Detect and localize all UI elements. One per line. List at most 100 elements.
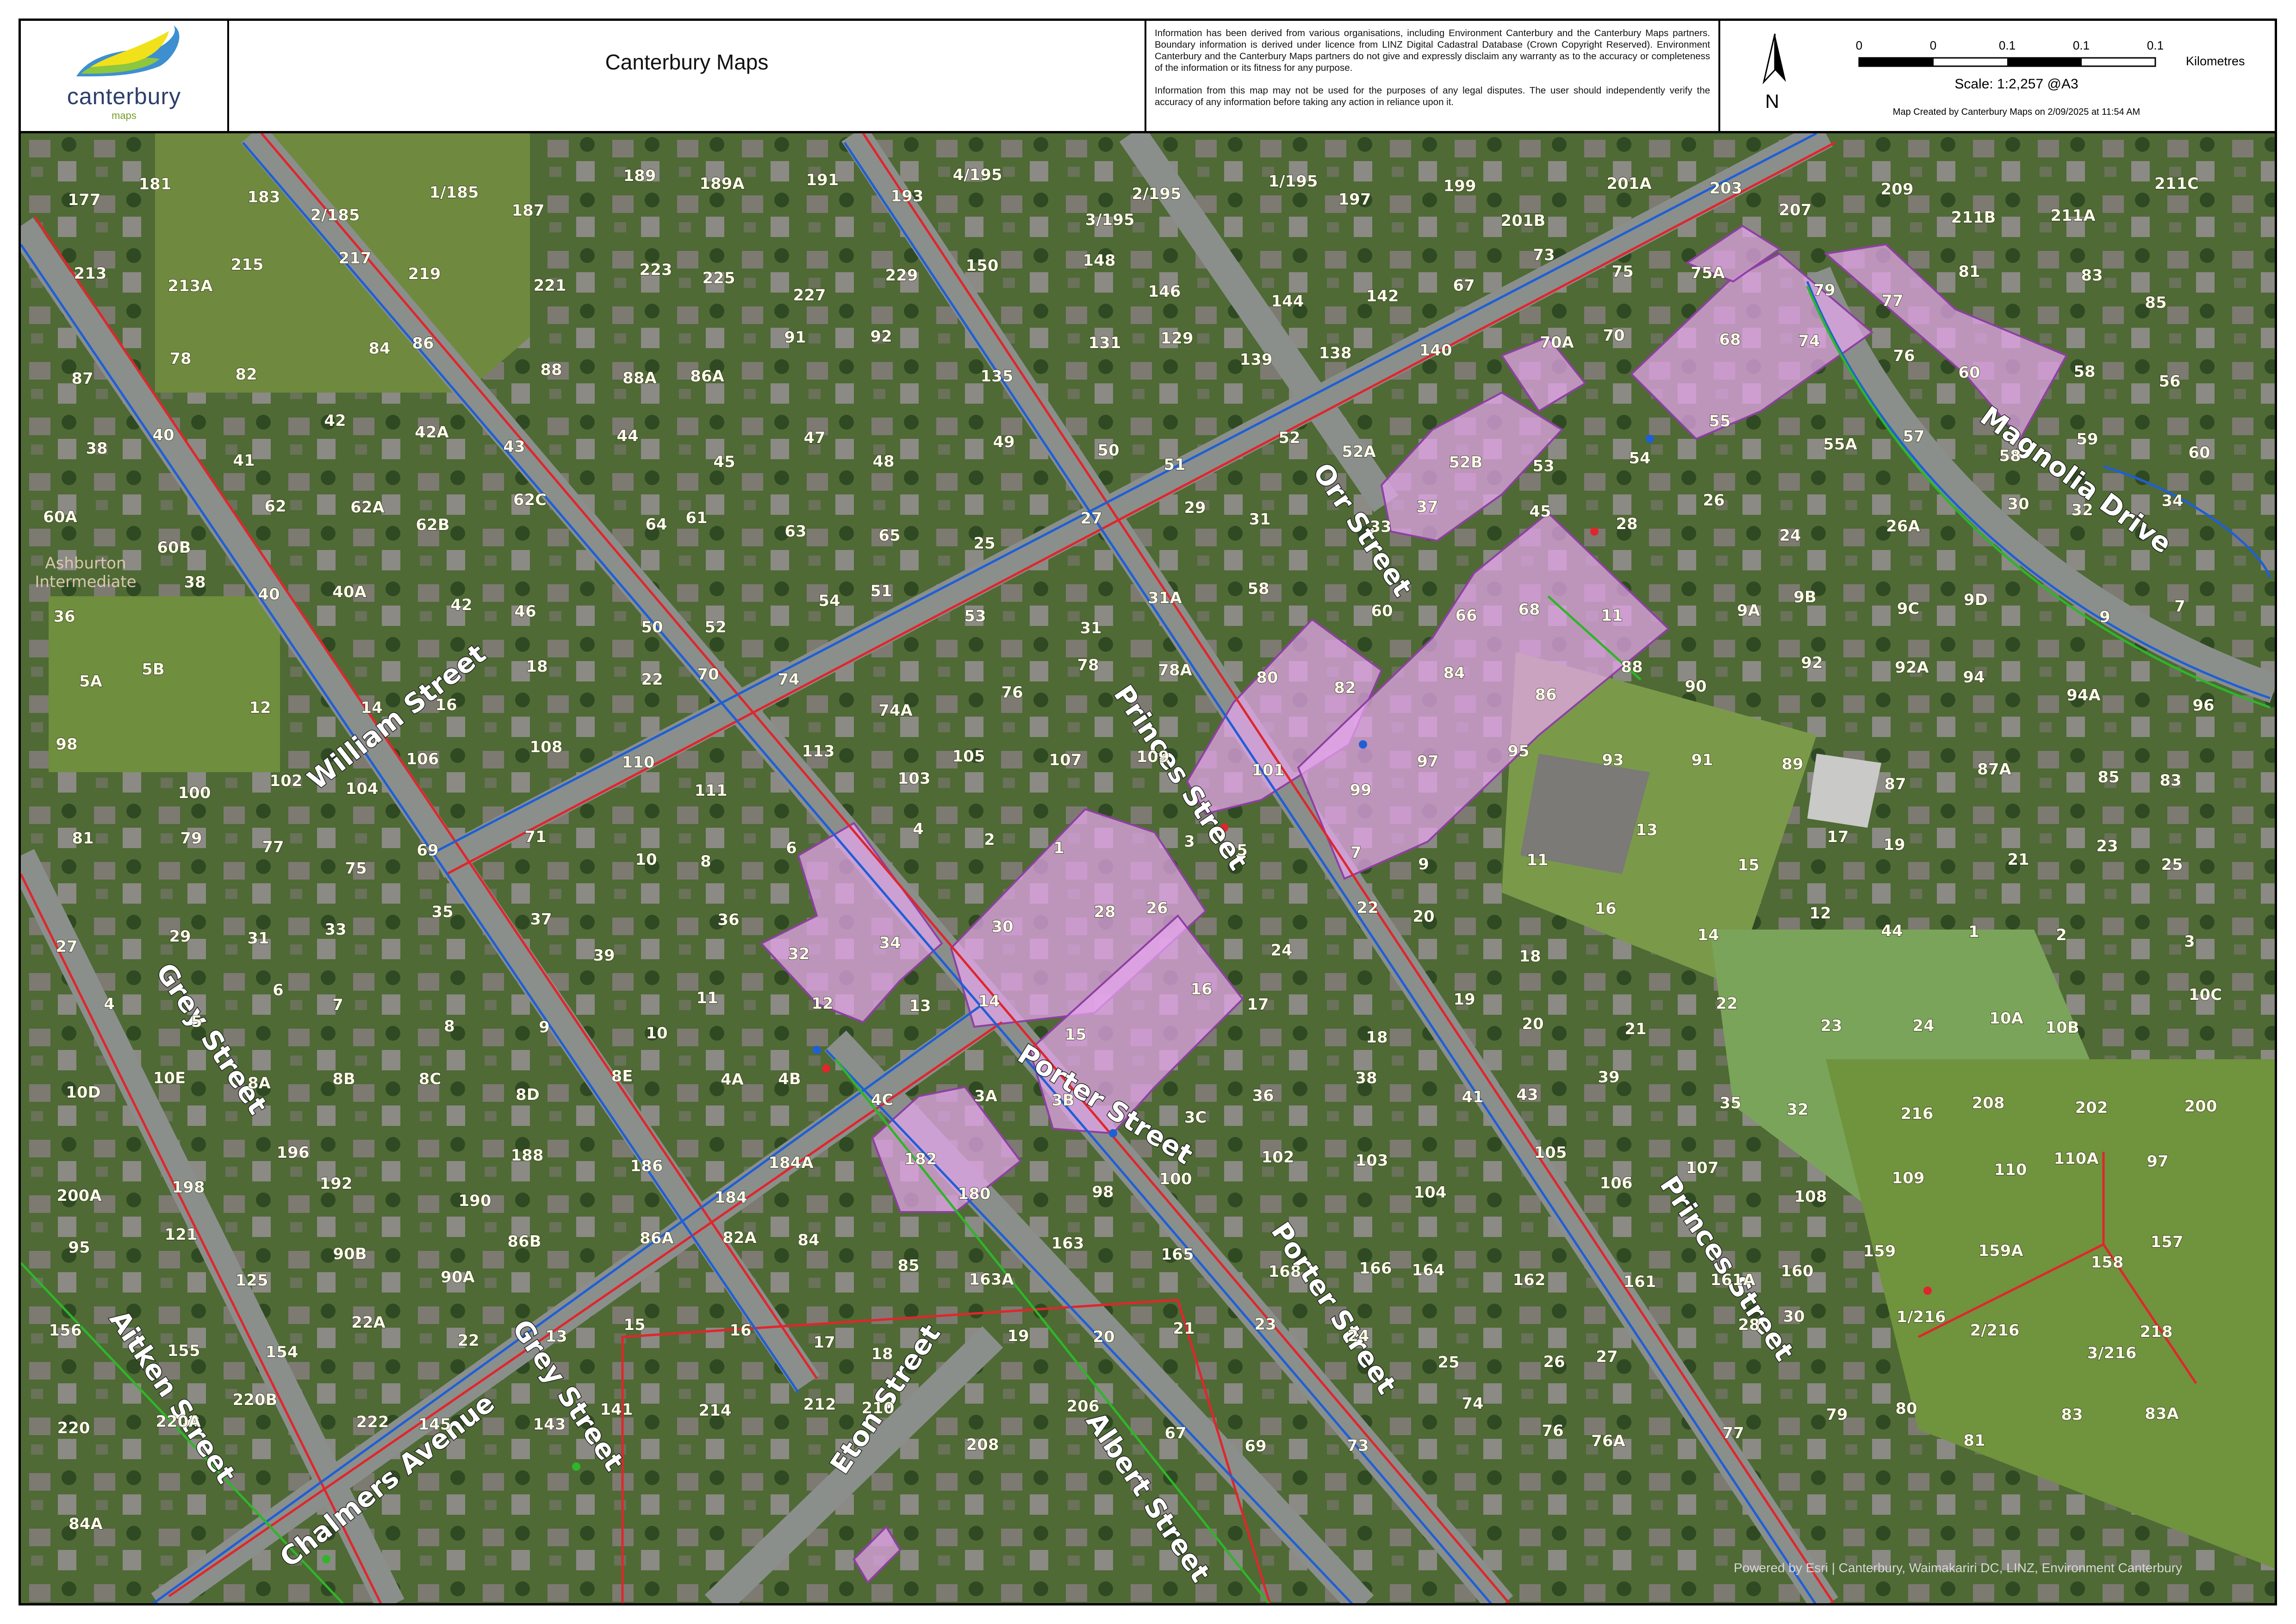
address-label: 100	[1159, 1170, 1192, 1188]
address-label: 53	[1532, 457, 1554, 475]
address-label: 94	[1963, 668, 1985, 687]
address-label: 36	[53, 607, 75, 626]
address-label: 8B	[332, 1070, 355, 1088]
address-label: 28	[1616, 515, 1637, 533]
address-label: 184A	[768, 1154, 814, 1172]
map-title: Canterbury Maps	[605, 50, 769, 74]
address-label: 217	[339, 249, 372, 268]
address-label: 68	[1719, 331, 1741, 349]
address-label: 58	[1247, 580, 1269, 598]
address-label: 42	[324, 412, 346, 430]
address-label: 211A	[2050, 206, 2096, 225]
address-label: 110	[622, 753, 655, 772]
address-label: 219	[408, 265, 441, 283]
address-label: 60	[1371, 602, 1393, 620]
address-label: 85	[897, 1256, 919, 1275]
address-label: 197	[1338, 190, 1371, 209]
address-label: 199	[1444, 177, 1476, 195]
address-label: 88A	[622, 369, 657, 387]
address-label: 12	[249, 699, 271, 717]
address-label: 90	[1685, 677, 1706, 696]
address-label: 46	[514, 602, 536, 621]
address-label: 101	[1252, 761, 1285, 780]
address-label: 22	[1716, 994, 1737, 1013]
address-label: 200	[2184, 1097, 2217, 1116]
address-label: 2/185	[310, 206, 360, 225]
address-label: 83A	[2145, 1405, 2179, 1423]
address-label: 103	[1356, 1151, 1388, 1170]
address-label: 38	[86, 439, 107, 458]
address-label: 196	[277, 1143, 310, 1162]
address-label: 221	[534, 276, 566, 295]
address-label: 9D	[1964, 591, 1988, 609]
address-label: 76A	[1591, 1432, 1625, 1450]
address-label: 100	[178, 784, 211, 802]
address-label: 159	[1863, 1242, 1896, 1261]
address-label: 3/195	[1085, 211, 1134, 229]
address-label: 77	[1722, 1424, 1744, 1443]
address-label: 86	[412, 334, 434, 353]
address-label: 21	[1624, 1020, 1646, 1038]
address-label: 2/195	[1132, 185, 1181, 203]
address-label: 154	[266, 1343, 299, 1362]
address-label: 32	[1786, 1100, 1808, 1119]
address-label: 157	[2151, 1233, 2184, 1251]
address-label: 111	[695, 781, 728, 800]
address-label: 102	[1262, 1148, 1294, 1167]
address-label: 16	[1190, 980, 1212, 999]
address-label: 5B	[142, 660, 165, 679]
address-label: 78	[169, 350, 191, 368]
address-label: 188	[511, 1146, 544, 1165]
address-label: 76	[1542, 1422, 1563, 1440]
address-label: 40A	[332, 583, 367, 601]
poi-label-line-1: Ashburton	[45, 554, 126, 573]
address-label: 43	[503, 437, 525, 456]
address-label: 10B	[2045, 1018, 2079, 1037]
address-label: 24	[1912, 1017, 1934, 1035]
address-label: 13	[1636, 821, 1657, 839]
address-label: 70	[1603, 326, 1624, 345]
address-label: 25	[1437, 1353, 1459, 1372]
address-label: 12	[811, 994, 833, 1013]
address-label: 48	[872, 452, 894, 471]
address-label: 10	[635, 850, 657, 869]
address-label: 61	[685, 509, 707, 527]
address-label: 9A	[1737, 601, 1761, 620]
address-label: 14	[978, 992, 1000, 1011]
address-label: 35	[1719, 1094, 1741, 1112]
address-label: 21	[2007, 850, 2029, 869]
address-label: 8E	[611, 1067, 633, 1086]
map-canvas[interactable]: William Street Grey Street Grey Street A…	[21, 133, 2275, 1605]
address-label: 68	[1518, 600, 1540, 619]
address-label: 37	[1416, 498, 1438, 516]
address-label: 4	[913, 820, 924, 838]
address-label: 29	[1184, 499, 1206, 517]
address-label: 87	[71, 369, 93, 388]
address-label: 22	[1356, 899, 1378, 917]
address-label: 213A	[168, 277, 213, 295]
address-label: 11	[1526, 851, 1548, 869]
address-label: 104	[1414, 1183, 1447, 1202]
address-label: 208	[1972, 1094, 2005, 1112]
address-label: 4/195	[952, 166, 1002, 184]
address-label: 92A	[1895, 658, 1929, 677]
address-label: 31	[1080, 619, 1101, 637]
address-label: 73	[1533, 246, 1555, 264]
address-label: 177	[68, 191, 101, 209]
address-label: 82	[235, 365, 257, 384]
address-label: 183	[248, 188, 280, 206]
address-label: 24	[1347, 1327, 1369, 1345]
address-label: 69	[417, 841, 438, 860]
address-label: 192	[320, 1174, 353, 1193]
address-label: 85	[2145, 294, 2166, 312]
created-text: Map Created by Canterbury Maps on 2/09/2…	[1892, 107, 2140, 117]
scale-tick-2: 0.1	[1998, 38, 2016, 52]
address-label: 24	[1270, 941, 1292, 960]
address-label: 50	[1097, 441, 1119, 460]
address-label: 79	[1813, 281, 1835, 300]
address-label: 84	[1443, 664, 1465, 682]
address-label: 78A	[1158, 661, 1192, 680]
map-frame[interactable]: William Street Grey Street Grey Street A…	[19, 133, 2277, 1605]
address-label: 8D	[516, 1086, 540, 1104]
address-label: 1/185	[429, 183, 479, 202]
